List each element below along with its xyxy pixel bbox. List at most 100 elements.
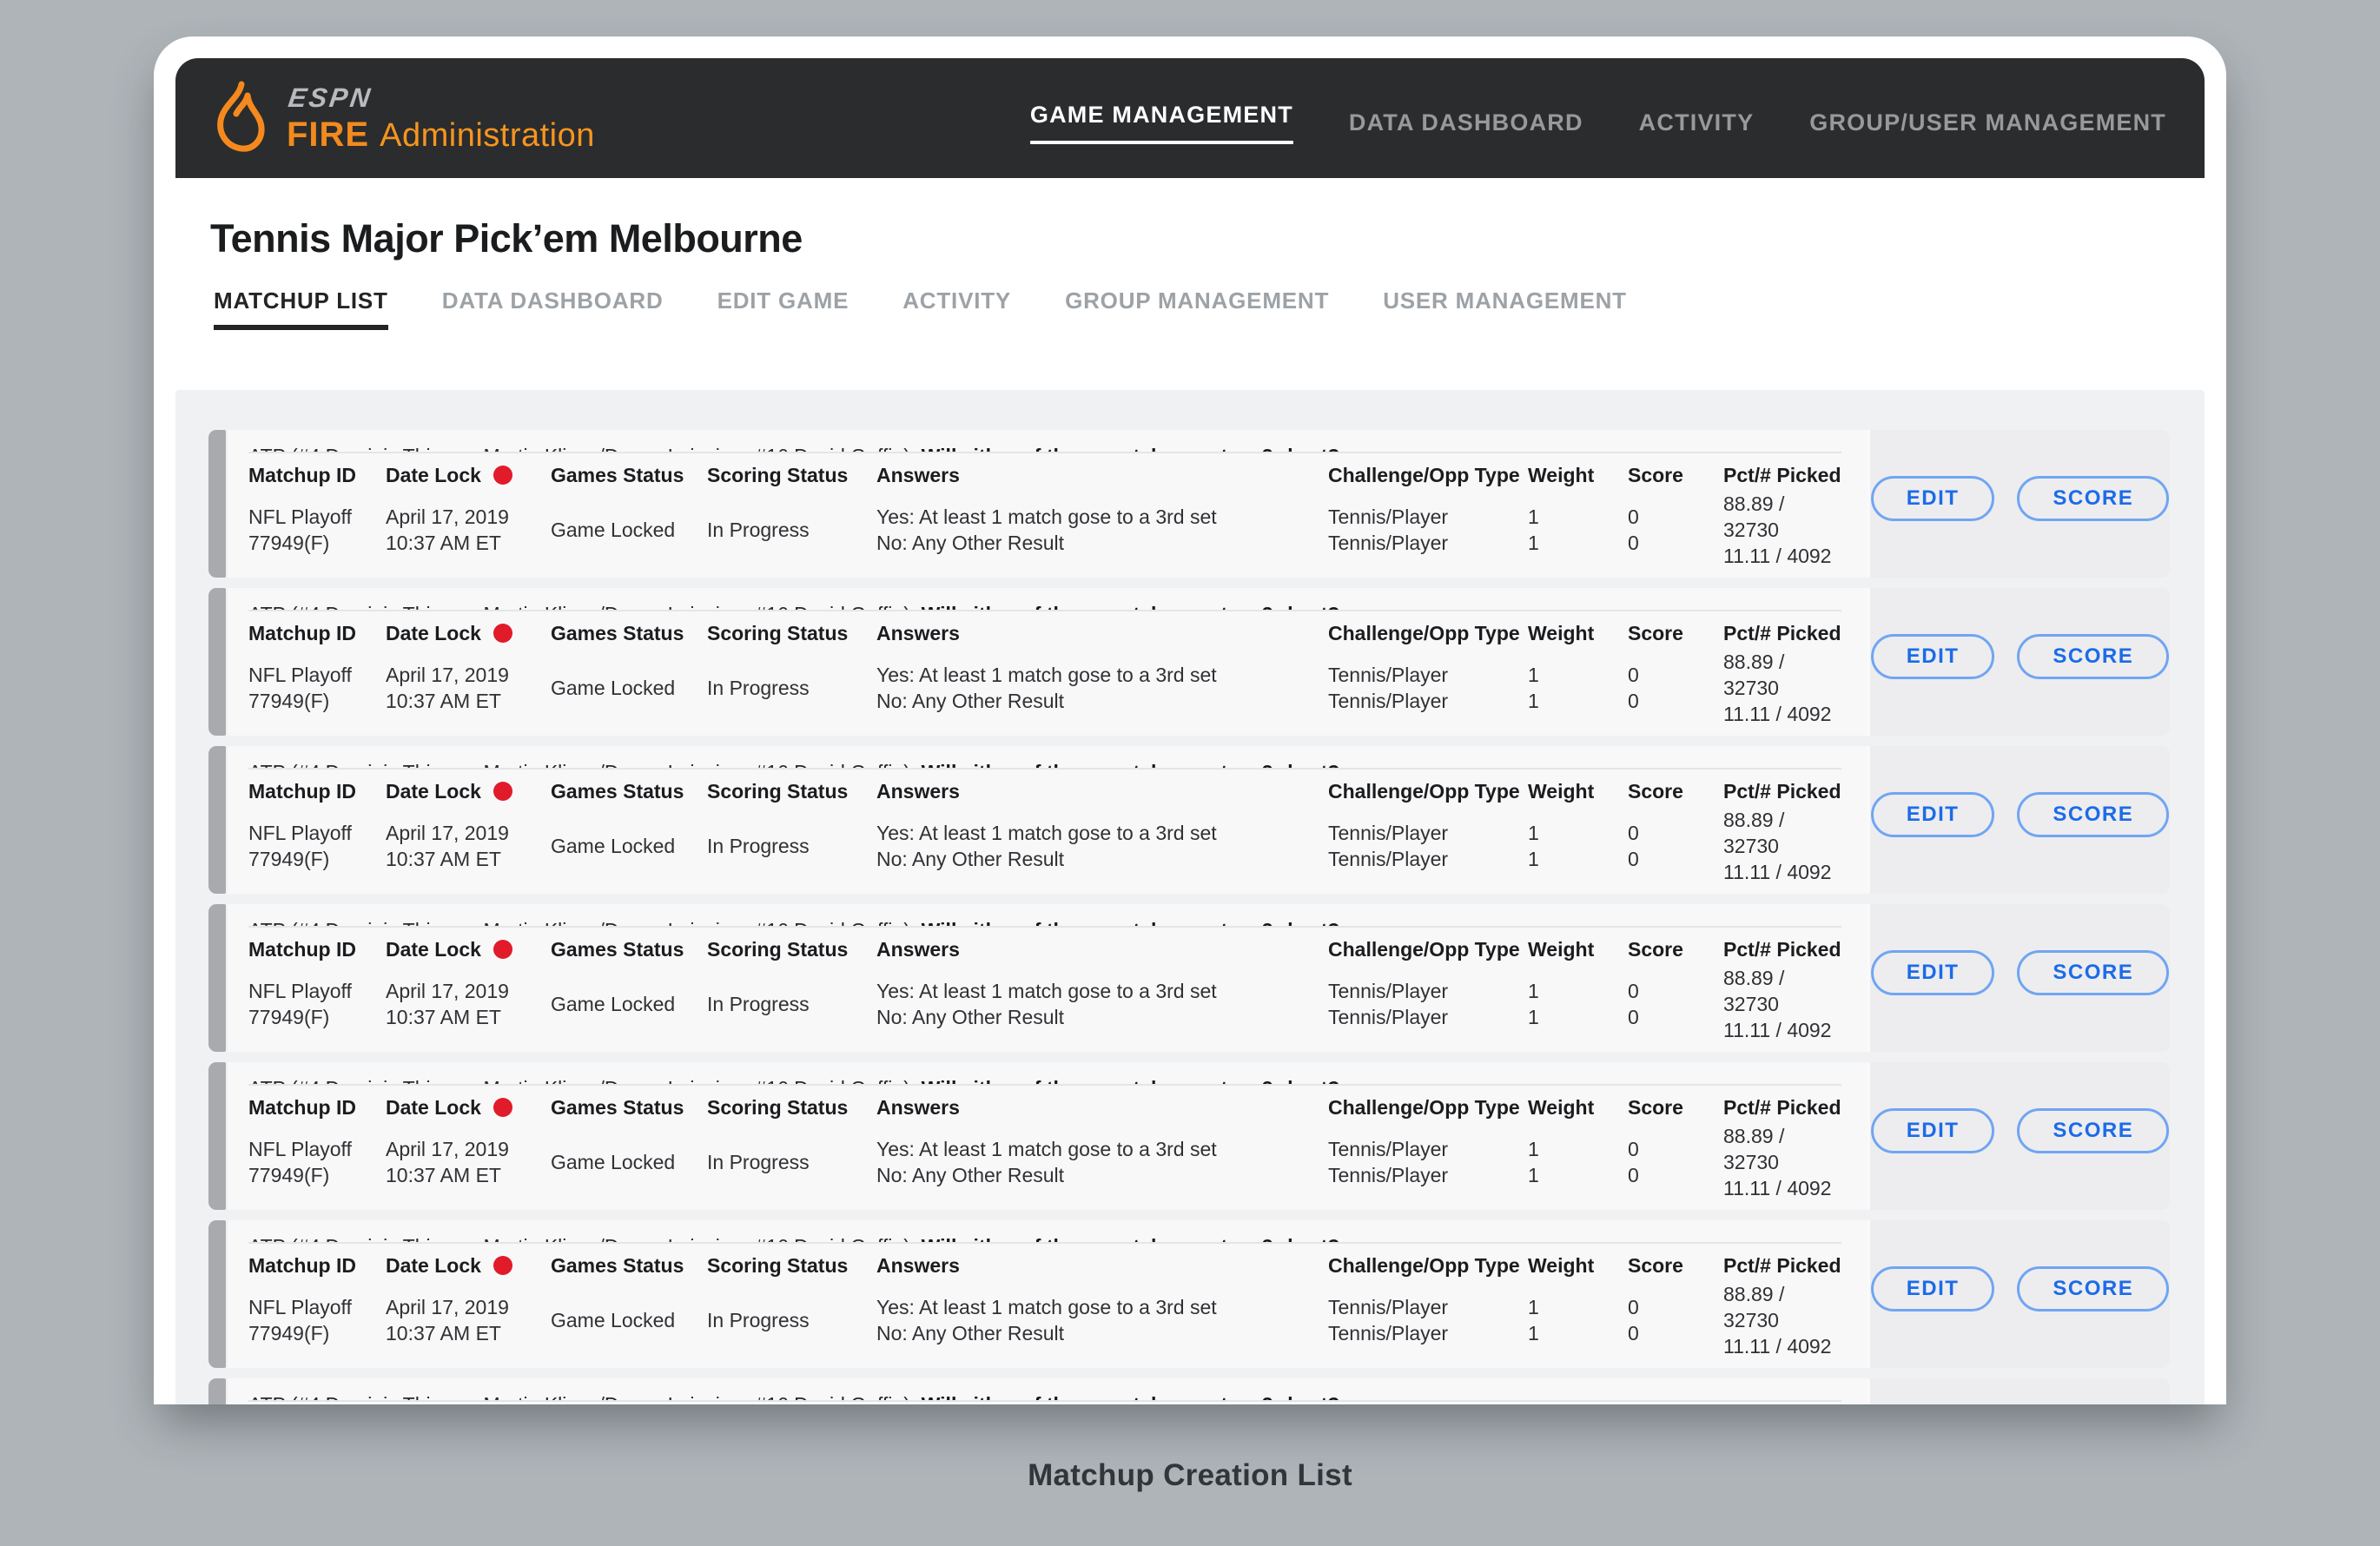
date-lock-date: April 17, 2019: [386, 504, 551, 530]
card-actions: EDIT SCORE: [1868, 1220, 2170, 1368]
col-header: Scoring Status: [707, 934, 876, 965]
matchup-list[interactable]: ATP (#4 Dominic Thiem v. Martin Klizan/D…: [175, 390, 2205, 1404]
question-emphasis: Will either of these matches go to a 3rd…: [922, 761, 1340, 768]
col-header: Answers: [876, 1092, 1328, 1123]
score-button[interactable]: SCORE: [2017, 476, 2169, 521]
col-header: Weight: [1528, 776, 1628, 807]
col-date-lock: Date Lock April 17, 2019 10:37 AM ET: [386, 776, 551, 894]
col-header: Pct/# Picked: [1723, 934, 1841, 965]
opp-type-line1: Tennis/Player: [1328, 1136, 1528, 1162]
col-header: Matchup ID: [248, 1092, 386, 1123]
col-header: Matchup ID: [248, 618, 386, 649]
scoring-status-value: In Progress: [707, 675, 876, 701]
date-lock-status-icon: [493, 624, 512, 643]
opp-type-line2: Tennis/Player: [1328, 1162, 1528, 1188]
col-answers: Answers Yes: At least 1 match gose to a …: [876, 934, 1328, 1052]
matchup-id-line2: 77949(F): [248, 1004, 386, 1030]
matchup-table: Matchup ID NFL Playoff 77949(F) Date Loc…: [248, 770, 1841, 894]
score-button[interactable]: SCORE: [2017, 1266, 2169, 1311]
col-header: Answers: [876, 459, 1328, 491]
col-date-lock: Date Lock April 17, 2019 10:37 AM ET: [386, 618, 551, 736]
weight-line1: 1: [1528, 662, 1628, 688]
matchup-card: ATP (#4 Dominic Thiem v. Martin Klizan/D…: [208, 1220, 2170, 1368]
edit-button[interactable]: EDIT: [1871, 1266, 1995, 1311]
score-line1: 0: [1628, 1136, 1723, 1162]
col-score: Score 0 0: [1628, 1250, 1723, 1368]
score-button[interactable]: SCORE: [2017, 634, 2169, 679]
col-score: Score 0 0: [1628, 459, 1723, 578]
col-answers: Answers Yes: At least 1 match gose to a …: [876, 1250, 1328, 1368]
edit-button[interactable]: EDIT: [1871, 1108, 1995, 1153]
col-header: Date Lock: [386, 1096, 481, 1120]
matchup-table: Matchup ID NFL Playoff 77949(F) Date Loc…: [248, 928, 1841, 1052]
col-header: Date Lock: [386, 1254, 481, 1278]
tab-user-management[interactable]: USER MANAGEMENT: [1383, 287, 1627, 330]
pct-picked-line1: 88.89 / 32730: [1723, 1123, 1841, 1175]
tab-edit-game[interactable]: EDIT GAME: [717, 287, 850, 330]
score-button[interactable]: SCORE: [2017, 792, 2169, 837]
col-matchup-id: Matchup ID NFL Playoff 77949(F): [248, 1092, 386, 1210]
opp-type-line2: Tennis/Player: [1328, 530, 1528, 556]
col-header: Games Status: [551, 459, 707, 491]
col-games-status: Games Status Game Locked: [551, 1092, 707, 1210]
games-status-value: Game Locked: [551, 1307, 707, 1333]
col-header: Answers: [876, 1250, 1328, 1281]
pct-picked-line2: 11.11 / 4092: [1723, 859, 1841, 885]
date-lock-time: 10:37 AM ET: [386, 688, 551, 714]
card-body: ATP (#4 Dominic Thiem v. Martin Klizan/D…: [228, 430, 1868, 578]
col-matchup-id: Matchup ID NFL Playoff 77949(F): [248, 776, 386, 894]
card-actions: EDIT SCORE: [1868, 1062, 2170, 1210]
col-header: Weight: [1528, 934, 1628, 965]
col-header: Scoring Status: [707, 776, 876, 807]
col-header: Pct/# Picked: [1723, 1092, 1841, 1123]
date-lock-status-icon: [493, 466, 512, 485]
nav-group-user-management[interactable]: GROUP/USER MANAGEMENT: [1809, 101, 2166, 136]
col-pct-picked: Pct/# Picked 88.89 / 32730 11.11 / 4092: [1723, 459, 1841, 578]
nav-game-management[interactable]: GAME MANAGEMENT: [1030, 93, 1293, 144]
tab-group-management[interactable]: GROUP MANAGEMENT: [1065, 287, 1329, 330]
matchup-card: ATP (#4 Dominic Thiem v. Martin Klizan/D…: [208, 1378, 2170, 1404]
tab-matchup-list[interactable]: MATCHUP LIST: [214, 287, 388, 330]
nav-data-dashboard[interactable]: DATA DASHBOARD: [1349, 101, 1583, 136]
edit-button[interactable]: EDIT: [1871, 634, 1995, 679]
edit-button[interactable]: EDIT: [1871, 792, 1995, 837]
matchup-id-line1: NFL Playoff: [248, 662, 386, 688]
answer-yes: Yes: At least 1 match gose to a 3rd set: [876, 820, 1328, 846]
score-line2: 0: [1628, 1320, 1723, 1346]
question-emphasis: Will either of these matches go to a 3rd…: [922, 1077, 1340, 1084]
col-header: Pct/# Picked: [1723, 1250, 1841, 1281]
admin-window: ESPN FIRE Administration GAME MANAGEMENT…: [154, 36, 2226, 1404]
score-line2: 0: [1628, 846, 1723, 872]
score-line2: 0: [1628, 1162, 1723, 1188]
score-button[interactable]: SCORE: [2017, 950, 2169, 995]
tab-data-dashboard[interactable]: DATA DASHBOARD: [442, 287, 664, 330]
col-scoring-status: Scoring Status In Progress: [707, 618, 876, 736]
pct-picked-line2: 11.11 / 4092: [1723, 701, 1841, 727]
answer-no: No: Any Other Result: [876, 688, 1328, 714]
weight-line2: 1: [1528, 530, 1628, 556]
question-prefix: ATP (#4 Dominic Thiem v. Martin Klizan/D…: [248, 1077, 922, 1084]
games-status-value: Game Locked: [551, 517, 707, 543]
edit-button[interactable]: EDIT: [1871, 476, 1995, 521]
nav-activity[interactable]: ACTIVITY: [1639, 101, 1755, 136]
col-games-status: Games Status Game Locked: [551, 459, 707, 578]
col-challenge-opp-type: Challenge/Opp Type Tennis/Player Tennis/…: [1328, 934, 1528, 1052]
edit-button[interactable]: EDIT: [1871, 950, 1995, 995]
answer-no: No: Any Other Result: [876, 846, 1328, 872]
caption-zone: Matchup Creation List: [0, 1404, 2380, 1546]
matchup-id-line1: NFL Playoff: [248, 1136, 386, 1162]
col-header: Score: [1628, 1092, 1723, 1123]
col-pct-picked: Pct/# Picked 88.89 / 32730 11.11 / 4092: [1723, 934, 1841, 1052]
pct-picked-line2: 11.11 / 4092: [1723, 1333, 1841, 1359]
tab-activity[interactable]: ACTIVITY: [902, 287, 1011, 330]
answer-yes: Yes: At least 1 match gose to a 3rd set: [876, 504, 1328, 530]
score-button[interactable]: SCORE: [2017, 1108, 2169, 1153]
col-header: Pct/# Picked: [1723, 776, 1841, 807]
question-emphasis: Will either of these matches go to a 3rd…: [922, 1393, 1340, 1400]
col-games-status: Games Status Game Locked: [551, 1250, 707, 1368]
card-accent-bar: [208, 1378, 226, 1404]
date-lock-date: April 17, 2019: [386, 1294, 551, 1320]
matchup-question: ATP (#4 Dominic Thiem v. Martin Klizan/D…: [248, 1220, 1841, 1242]
weight-line1: 1: [1528, 504, 1628, 530]
games-status-value: Game Locked: [551, 675, 707, 701]
